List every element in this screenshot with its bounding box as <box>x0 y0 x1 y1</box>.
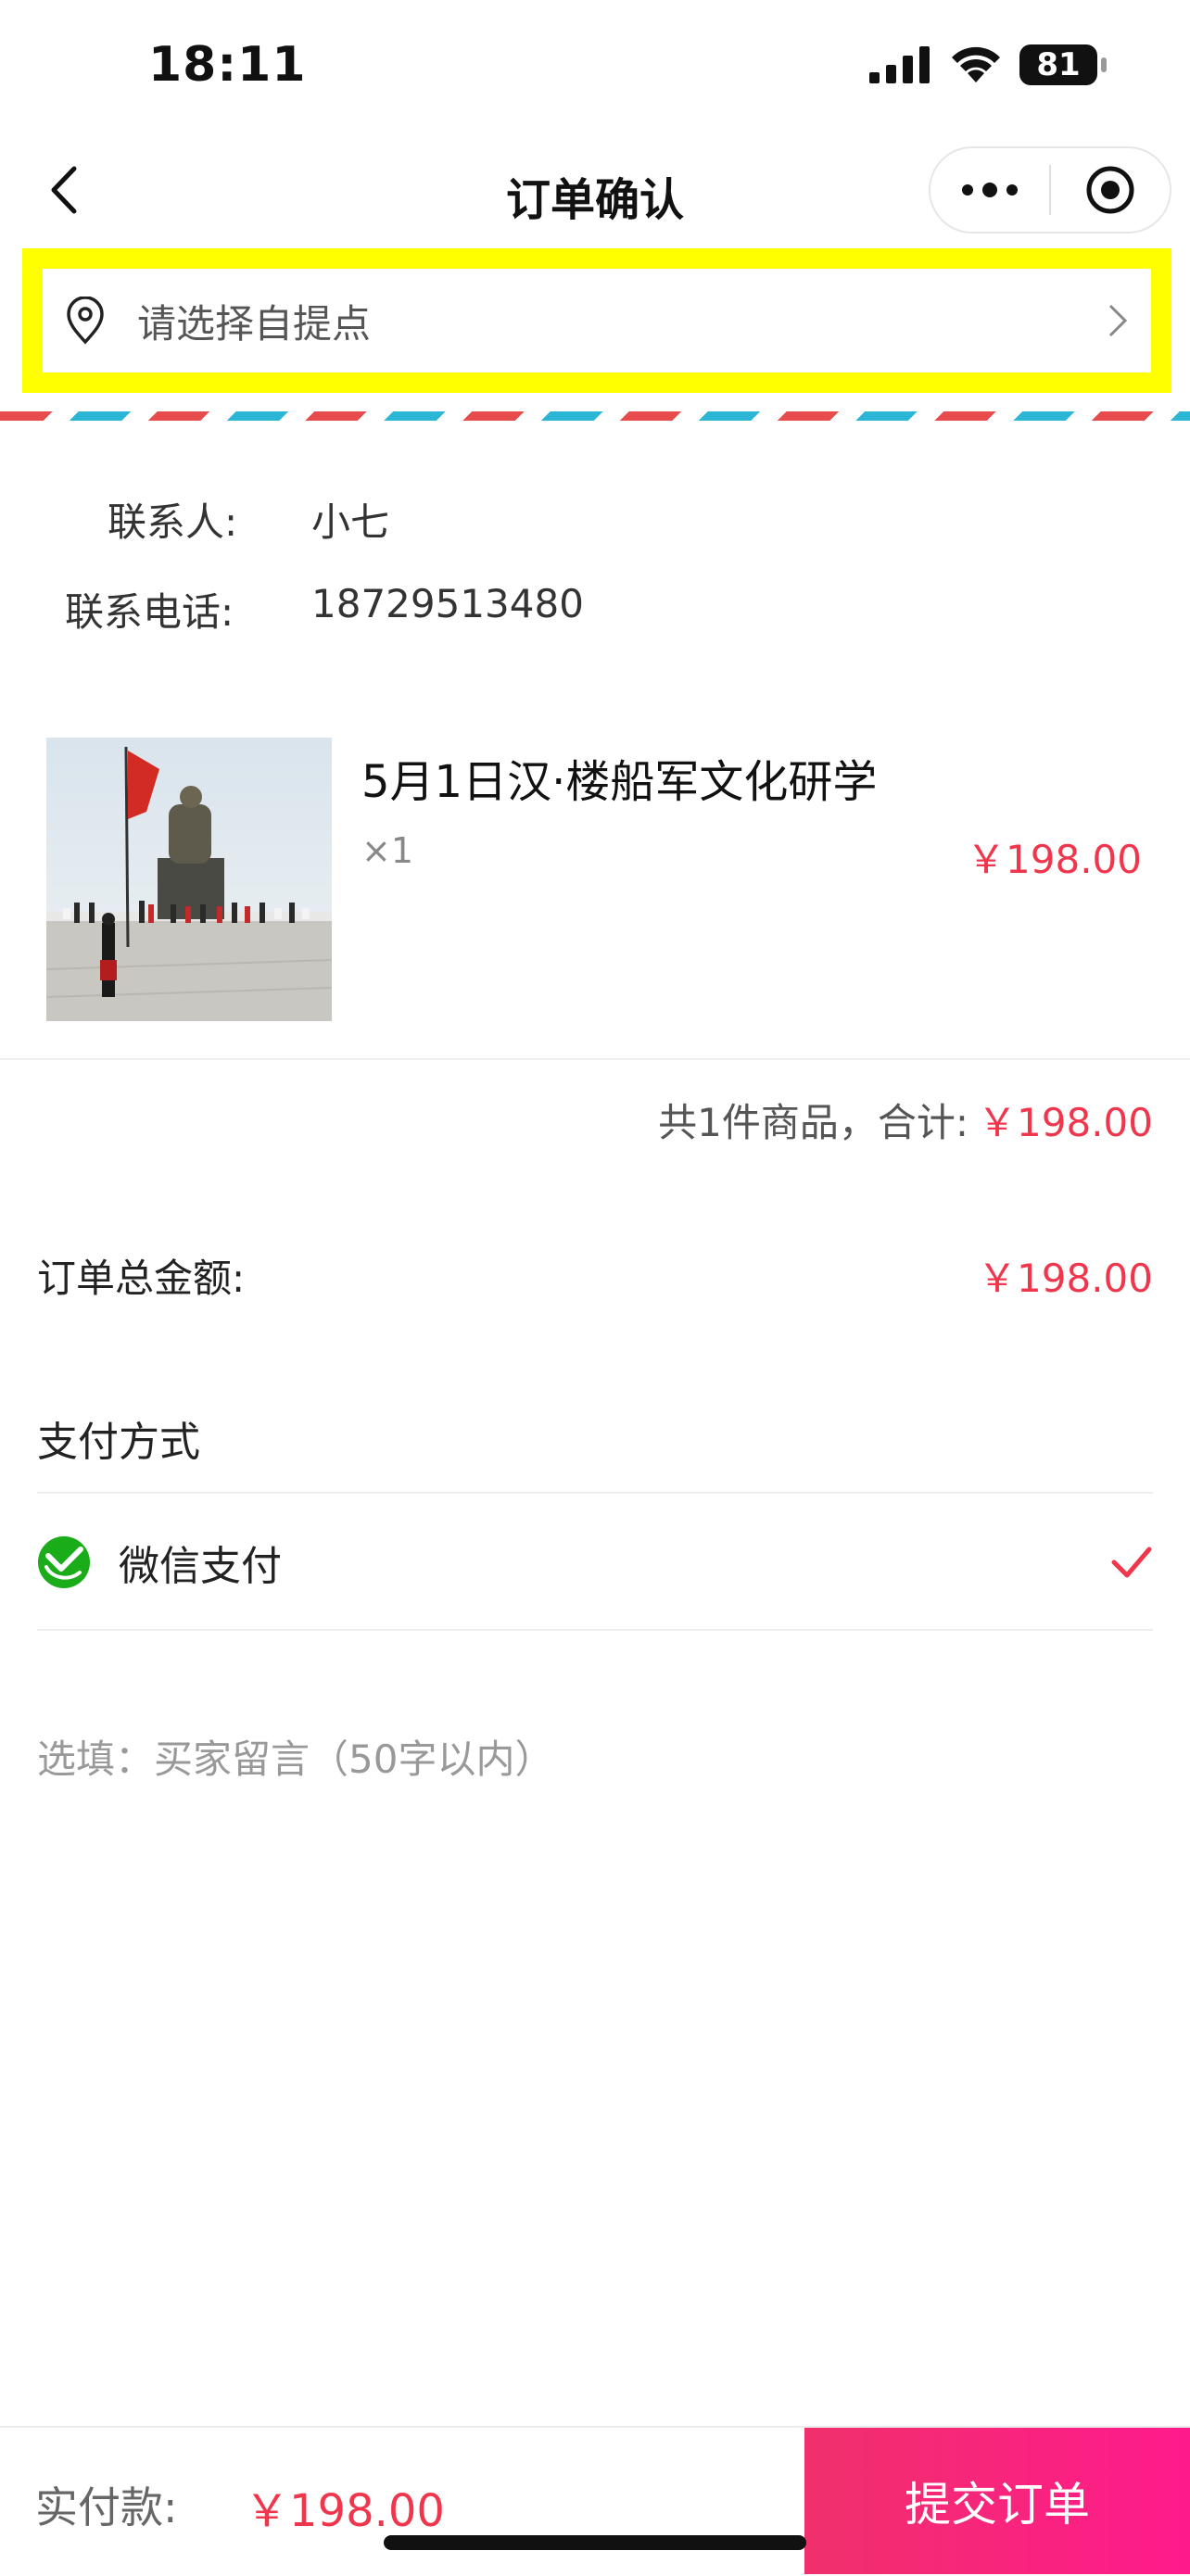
signal-icon <box>869 46 930 83</box>
pickup-point-placeholder: 请选择自提点 <box>137 300 372 347</box>
more-dots-icon <box>962 183 1018 197</box>
target-close-icon <box>1086 166 1134 214</box>
miniprogram-capsule <box>929 146 1171 234</box>
pickup-point-selector[interactable]: 请选择自提点 <box>22 248 1171 393</box>
contact-phone: 18729513480 <box>311 581 584 626</box>
battery-level: 81 <box>1036 46 1081 83</box>
payment-bottom-divider <box>37 1629 1153 1631</box>
product-image <box>46 738 332 1021</box>
summary-value: ￥198.00 <box>978 1100 1153 1145</box>
airmail-border <box>0 411 1190 421</box>
more-button[interactable] <box>930 148 1049 232</box>
contact-name-label: 联系人: <box>108 499 238 545</box>
pay-amount-value: ￥198.00 <box>245 2485 445 2537</box>
status-time: 18:11 <box>148 37 307 93</box>
pay-amount-label: 实付款: <box>35 2482 178 2532</box>
location-pin-icon <box>67 297 104 345</box>
checkmark-icon <box>1111 1547 1152 1578</box>
order-total-value: ￥198.00 <box>978 1256 1153 1301</box>
order-total-label: 订单总金额: <box>37 1256 246 1301</box>
buyer-remark-input[interactable] <box>37 1736 1149 1782</box>
wechat-pay-label: 微信支付 <box>119 1543 282 1590</box>
section-divider <box>0 1058 1190 1060</box>
wifi-icon <box>952 46 1000 82</box>
product-title: 5月1日汉·楼船军文化研学 <box>361 756 878 808</box>
wechat-pay-option[interactable]: 微信支付 <box>37 1494 1153 1631</box>
order-summary: 共1件商品，合计: ￥198.00 <box>658 1092 1153 1148</box>
chevron-right-icon <box>1108 304 1128 337</box>
contact-phone-label: 联系电话: <box>65 589 234 635</box>
payment-method-title: 支付方式 <box>37 1419 200 1466</box>
wechat-pay-icon <box>38 1536 90 1588</box>
submit-order-button[interactable]: 提交订单 <box>804 2428 1190 2574</box>
battery-icon: 81 <box>1019 44 1107 85</box>
contact-name: 小七 <box>311 499 390 545</box>
status-icons: 81 <box>869 44 1107 85</box>
close-miniprogram-button[interactable] <box>1051 148 1170 232</box>
product-quantity: ×1 <box>361 830 414 871</box>
product-price: ￥198.00 <box>967 837 1142 882</box>
summary-label: 共1件商品，合计: <box>658 1100 969 1145</box>
home-indicator <box>384 2535 806 2550</box>
